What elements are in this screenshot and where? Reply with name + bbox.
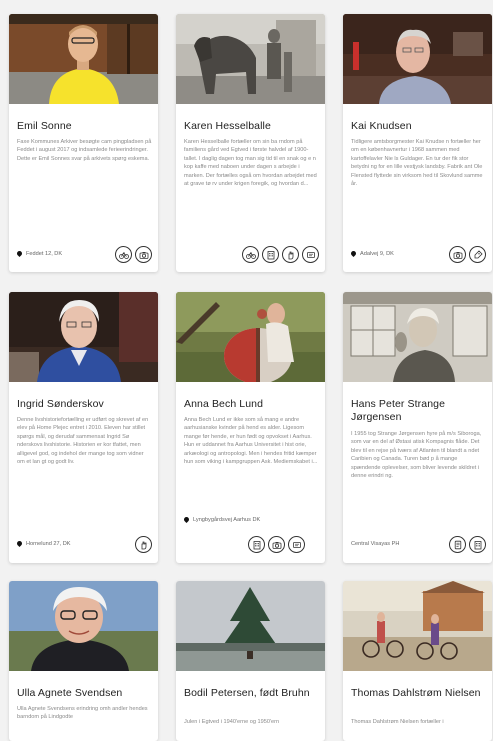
- story-footer: Adalvej 9, DK: [349, 246, 486, 266]
- story-footer: [184, 246, 319, 266]
- story-title[interactable]: Thomas Dahlstrøm Nielsen: [351, 687, 486, 700]
- location-pin-icon: [182, 515, 191, 524]
- story-location: Adalvej 9, DK: [349, 249, 394, 258]
- story-location: Hornelund 27, DK: [15, 539, 70, 548]
- bicycle-icon[interactable]: [242, 246, 259, 263]
- story-grid: Emil Sonne Faxe Kommunes Arkiver besøgte…: [0, 0, 493, 741]
- story-description: Faxe Kommunes Arkiver besøgte cam pingpl…: [17, 139, 152, 162]
- story-description: Denne livshistoriefortælling er udført o…: [17, 417, 149, 466]
- story-title[interactable]: Hans Peter Strange Jørgensen: [351, 398, 486, 424]
- building-icon[interactable]: [262, 246, 279, 263]
- story-tags: [242, 246, 319, 263]
- story-card[interactable]: Bodil Petersen, født Bruhn Julen i Egtve…: [176, 581, 325, 741]
- story-tags: [115, 246, 152, 263]
- story-card[interactable]: Kai Knudsen Tidligere amtsborgmester Kai…: [343, 14, 492, 272]
- sign-icon[interactable]: [302, 246, 319, 263]
- hand-icon[interactable]: [135, 536, 152, 553]
- tag-icon[interactable]: [469, 246, 486, 263]
- story-photo[interactable]: [176, 14, 325, 104]
- story-photo[interactable]: [9, 14, 158, 104]
- location-pin-icon: [15, 249, 24, 258]
- story-description: Ulla Agnete Svendsens erindring omh andl…: [17, 706, 148, 721]
- building-icon[interactable]: [248, 536, 265, 553]
- sign-icon[interactable]: [288, 536, 305, 553]
- story-footer: Feddet 12, DK: [15, 246, 152, 266]
- camera-icon[interactable]: [135, 246, 152, 263]
- story-photo[interactable]: [343, 14, 492, 104]
- story-photo[interactable]: [176, 292, 325, 382]
- story-description: Tidligere amtsborgmester Kai Knudse n fo…: [351, 139, 483, 188]
- bicycle-icon[interactable]: [115, 246, 132, 263]
- camera-icon[interactable]: [449, 246, 466, 263]
- story-description: Anna Bech Lund er ikke som så mang e and…: [184, 417, 318, 466]
- story-title[interactable]: Anna Bech Lund: [184, 398, 319, 411]
- story-description: Karen Hesselballe fortæller om sin ba rn…: [184, 139, 317, 188]
- story-card[interactable]: Ulla Agnete Svendsen Ulla Agnete Svendse…: [9, 581, 158, 741]
- story-footer: [184, 536, 319, 556]
- story-description: I 1955 tog Strange Jørgensen hyre på m/s…: [351, 431, 482, 480]
- story-title[interactable]: Ulla Agnete Svendsen: [17, 687, 152, 700]
- story-tags: [135, 536, 152, 553]
- story-photo[interactable]: [176, 581, 325, 671]
- story-location: Central Visayas PH: [351, 541, 400, 547]
- story-footer: Central Visayas PH: [351, 536, 486, 556]
- building-icon[interactable]: [469, 536, 486, 553]
- location-pin-icon: [15, 539, 24, 548]
- location-pin-icon: [349, 249, 358, 258]
- story-photo[interactable]: [9, 292, 158, 382]
- story-card[interactable]: Anna Bech Lund Anna Bech Lund er ikke so…: [176, 292, 325, 563]
- hand-icon[interactable]: [282, 246, 299, 263]
- story-card[interactable]: Karen Hesselballe Karen Hesselballe fort…: [176, 14, 325, 272]
- story-description: Julen i Egtved i 1940'erne og 1950'ern: [184, 719, 280, 725]
- story-location: Feddet 12, DK: [15, 249, 62, 258]
- story-tags: [449, 536, 486, 553]
- story-photo[interactable]: [343, 581, 492, 671]
- story-title[interactable]: Emil Sonne: [17, 120, 152, 133]
- story-title[interactable]: Ingrid Sønderskov: [17, 398, 152, 411]
- story-tags: [449, 246, 486, 263]
- document-icon[interactable]: [449, 536, 466, 553]
- story-card[interactable]: Thomas Dahlstrøm Nielsen Thomas Dahlstrø…: [343, 581, 492, 741]
- story-description: Thomas Dahlstrøm Nielsen fortæller i: [351, 719, 444, 725]
- story-title[interactable]: Bodil Petersen, født Bruhn: [184, 687, 319, 700]
- story-footer: Hornelund 27, DK: [15, 536, 152, 556]
- story-photo[interactable]: [343, 292, 492, 382]
- story-title[interactable]: Kai Knudsen: [351, 120, 486, 133]
- story-card[interactable]: Ingrid Sønderskov Denne livshistoriefort…: [9, 292, 158, 563]
- story-location: Lyngbygårdsvej Aarhus DK: [182, 515, 260, 524]
- camera-icon[interactable]: [268, 536, 285, 553]
- story-card[interactable]: Hans Peter Strange Jørgensen I 1955 tog …: [343, 292, 492, 563]
- story-photo[interactable]: [9, 581, 158, 671]
- story-tags: [248, 536, 305, 553]
- story-title[interactable]: Karen Hesselballe: [184, 120, 319, 133]
- story-card[interactable]: Emil Sonne Faxe Kommunes Arkiver besøgte…: [9, 14, 158, 272]
